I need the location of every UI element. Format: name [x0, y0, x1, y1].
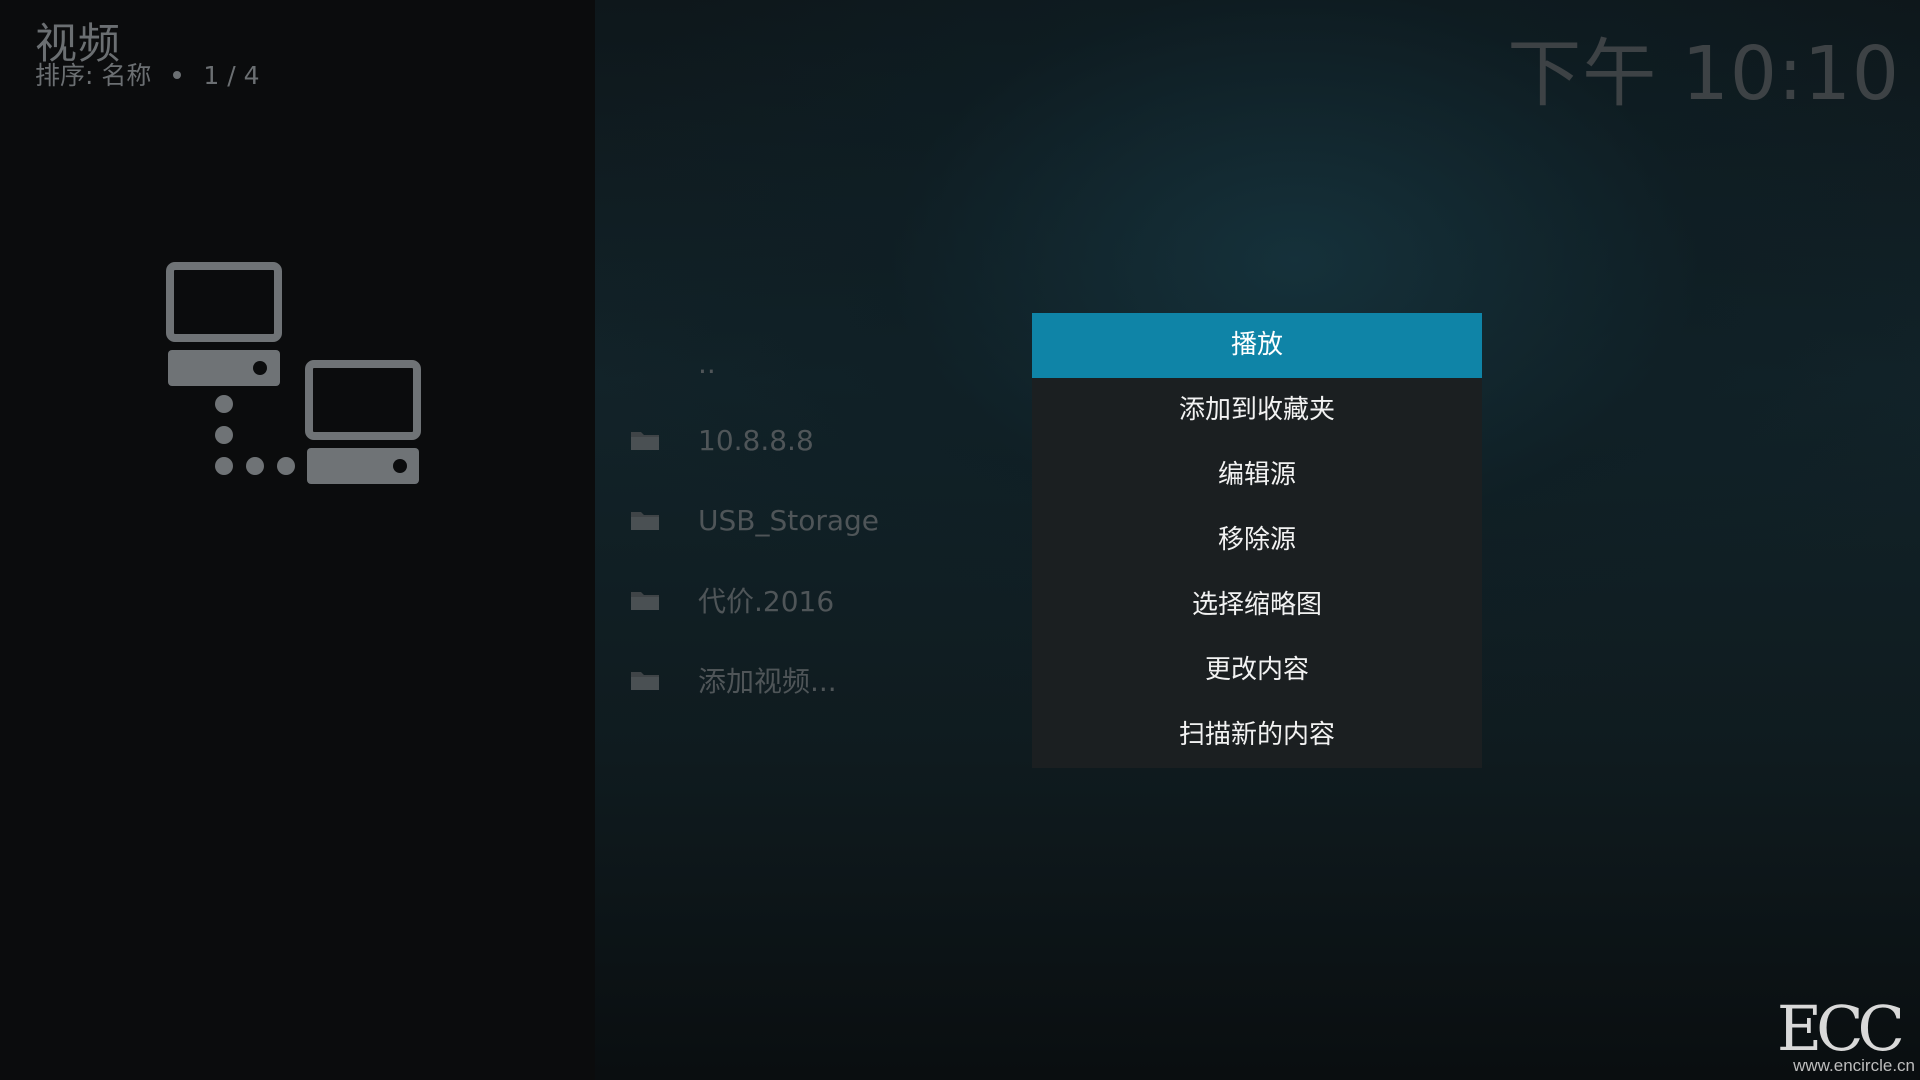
list-item-folder[interactable]: 10.8.8.8: [630, 415, 1010, 465]
menu-item-change-content[interactable]: 更改内容: [1032, 638, 1482, 703]
list-item-folder[interactable]: 代价.2016: [630, 575, 1010, 625]
watermark-url: www.encircle.cn: [1793, 1056, 1915, 1075]
list-item-label: ..: [698, 346, 716, 380]
page-indicator: 1 / 4: [203, 61, 260, 90]
list-item-folder[interactable]: 添加视频...: [630, 655, 1010, 705]
watermark-logo: ECC: [1776, 992, 1905, 1065]
network-computers-icon: [166, 262, 421, 484]
folder-icon: [631, 432, 659, 450]
folder-icon: [631, 512, 659, 530]
sort-label: 排序: 名称: [35, 61, 152, 90]
list-item-label: USB_Storage: [698, 503, 880, 537]
parent-folder-icon: [630, 351, 660, 375]
kodi-video-screen: 视频 排序: 名称 1 / 4 下午 10:10 .. 10.8.8.8 USB_…: [0, 0, 1920, 1080]
list-item-parent[interactable]: ..: [630, 338, 1010, 388]
menu-item-remove-source[interactable]: 移除源: [1032, 508, 1482, 573]
clock: 下午 10:10: [1507, 31, 1900, 117]
list-item-label: 添加视频...: [698, 665, 837, 698]
menu-item-scan-new-content[interactable]: 扫描新的内容: [1032, 703, 1482, 768]
list-item-label: 代价.2016: [698, 585, 835, 618]
list-item-folder[interactable]: USB_Storage: [630, 495, 1010, 545]
menu-item-add-to-favourites[interactable]: 添加到收藏夹: [1032, 378, 1482, 443]
context-menu: 播放 添加到收藏夹 编辑源 移除源 选择缩略图 更改内容 扫描新的内容: [1032, 313, 1482, 768]
menu-item-play[interactable]: 播放: [1032, 313, 1482, 378]
sort-info: 排序: 名称 1 / 4: [35, 56, 260, 92]
menu-item-choose-thumbnail[interactable]: 选择缩略图: [1032, 573, 1482, 638]
folder-icon: [631, 592, 659, 610]
left-info-panel: [0, 0, 595, 1080]
folder-icon: [631, 672, 659, 690]
separator-dot: [173, 70, 182, 79]
list-item-label: 10.8.8.8: [698, 423, 814, 457]
menu-item-edit-source[interactable]: 编辑源: [1032, 443, 1482, 508]
watermark: ECC www.encircle.cn: [1765, 996, 1915, 1076]
